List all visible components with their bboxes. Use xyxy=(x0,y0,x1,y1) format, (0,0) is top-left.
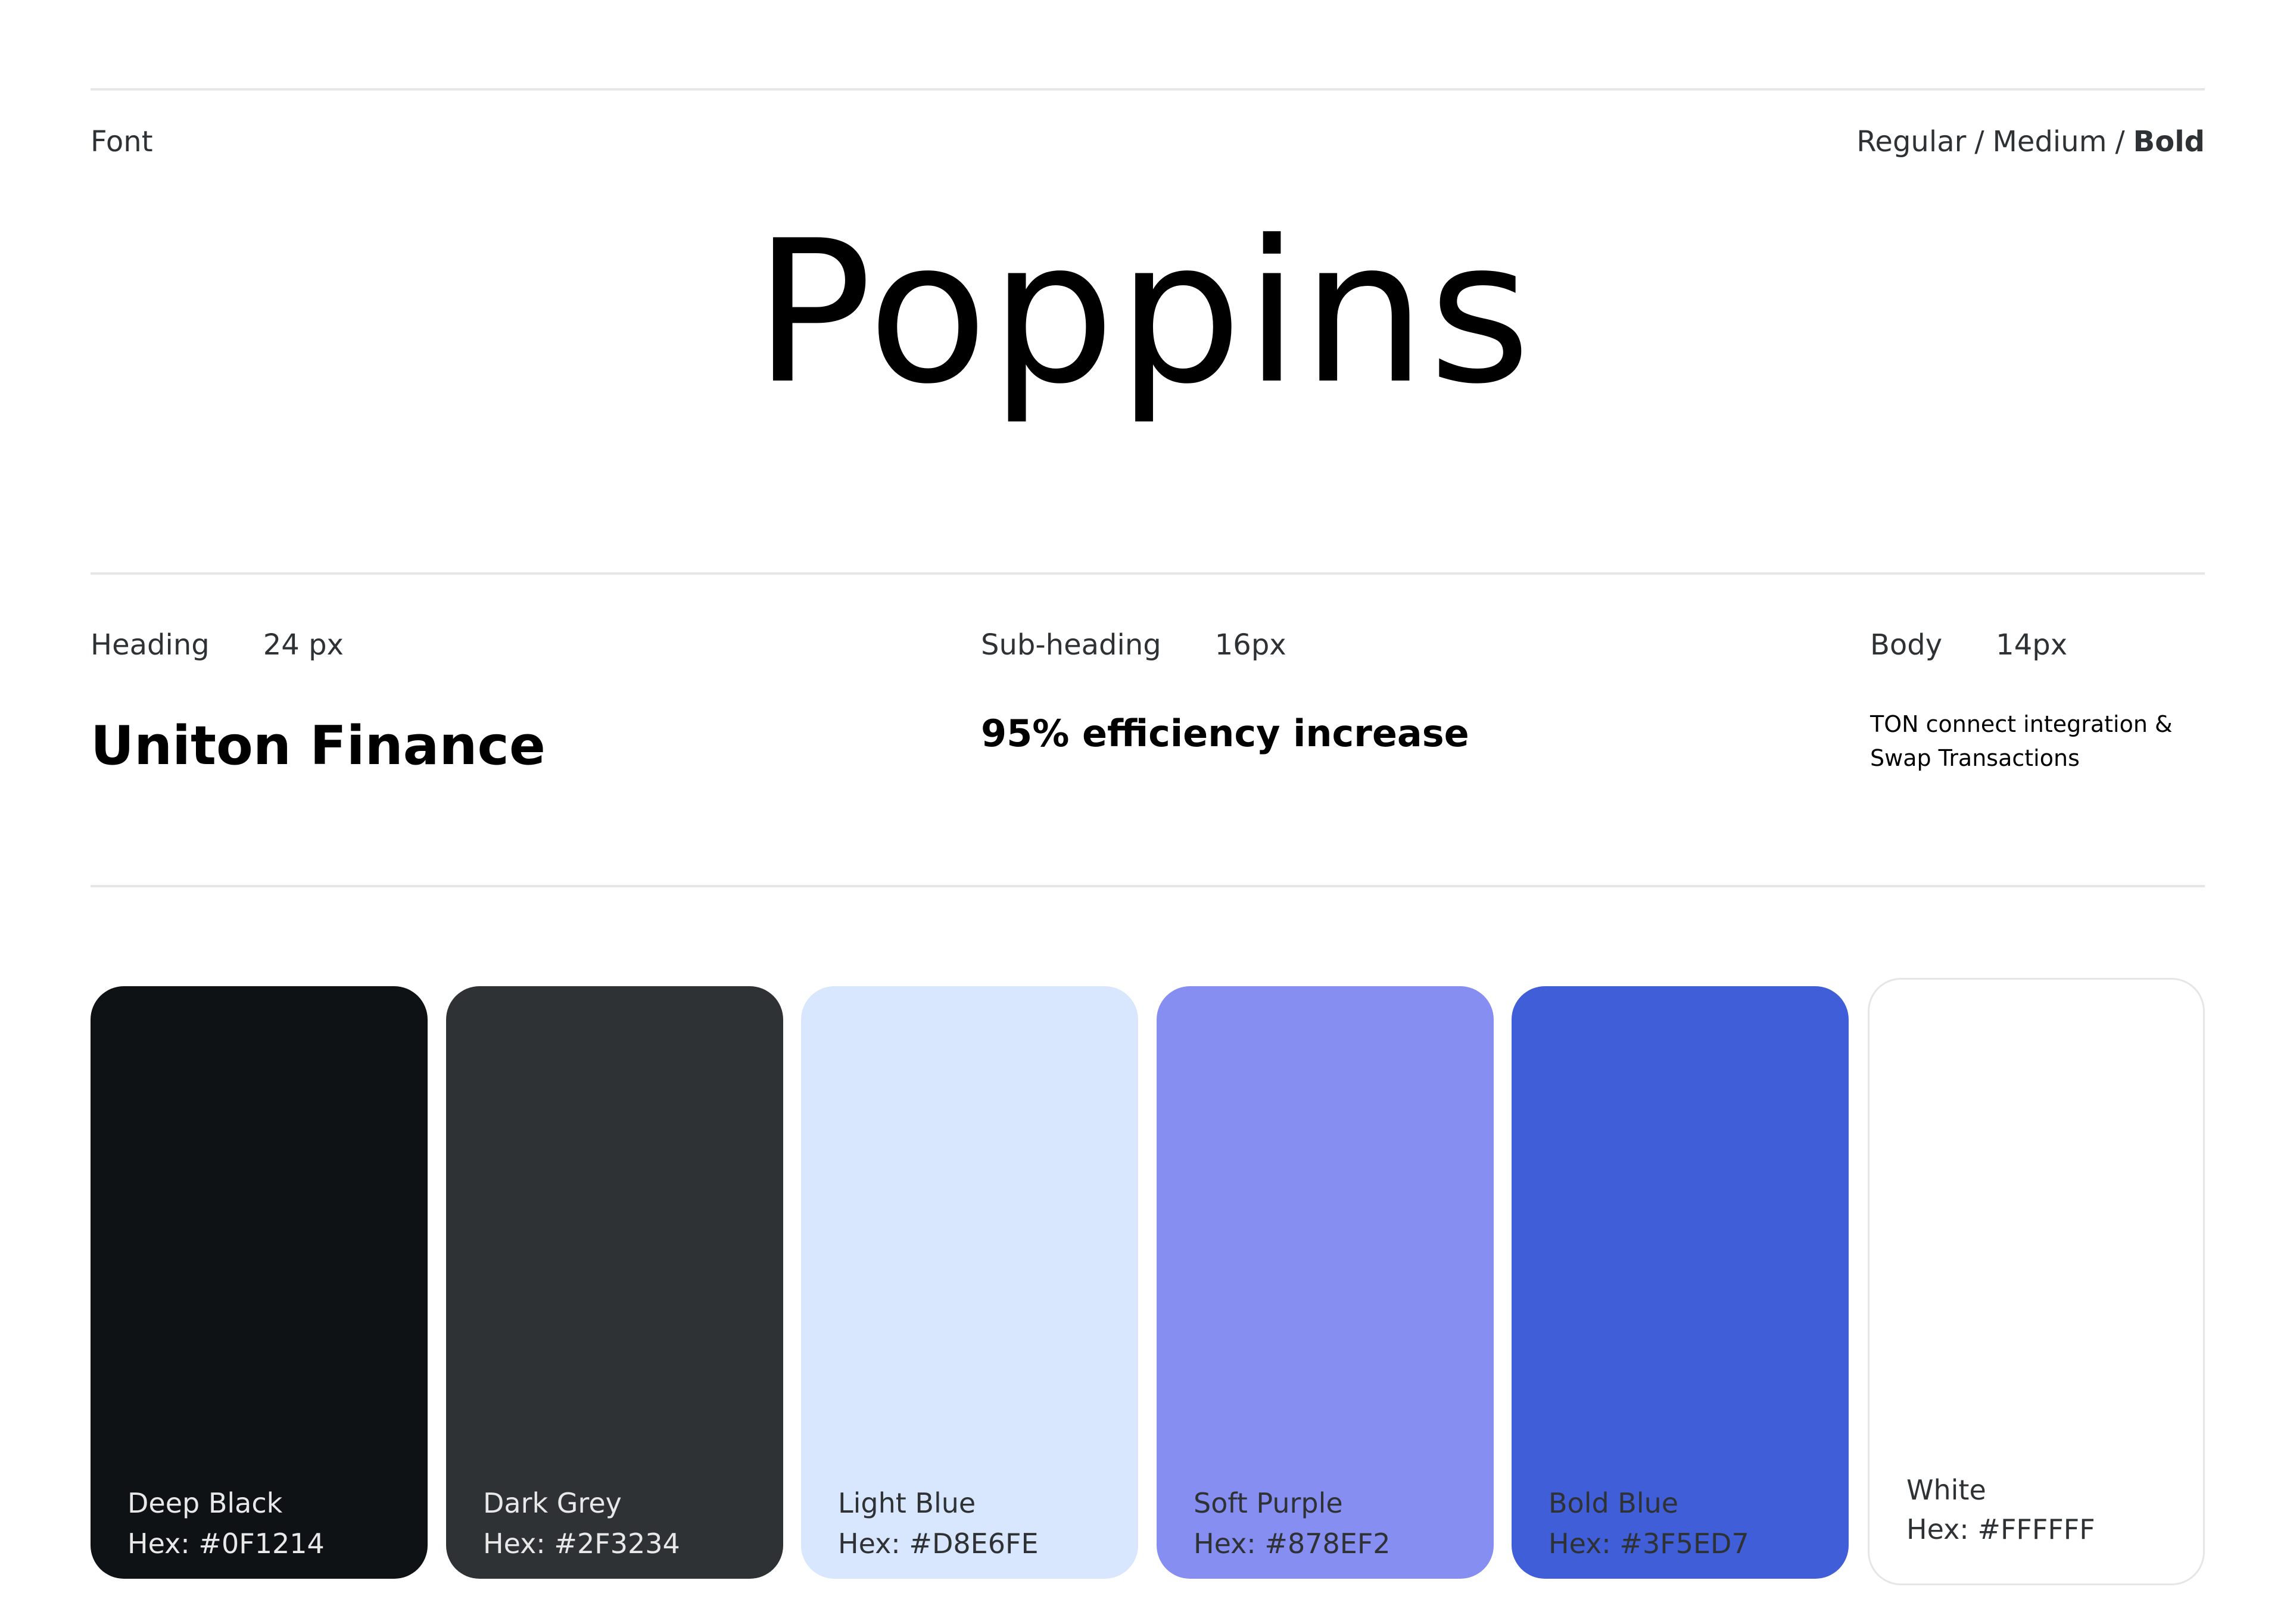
swatch-dark-grey: Dark Grey Hex: #2F3234 xyxy=(446,986,783,1579)
font-name-display: Poppins xyxy=(753,198,1534,427)
swatch-name: Deep Black xyxy=(127,1487,283,1519)
body-sample: TON connect integration & Swap Transacti… xyxy=(1870,711,2173,771)
weight-separator: / xyxy=(1974,125,1984,158)
body-size: 14px xyxy=(1996,628,2068,662)
swatch-hex: Hex: #2F3234 xyxy=(483,1528,680,1560)
swatch-light-blue: Light Blue Hex: #D8E6FE xyxy=(801,986,1138,1579)
weight-separator: / xyxy=(2115,125,2125,158)
subheading-sample: 95% efficiency increase xyxy=(981,712,1469,755)
weight-bold: Bold xyxy=(2133,125,2205,158)
font-weights: Regular / Medium / Bold xyxy=(1856,125,2205,158)
swatch-name: White xyxy=(1906,1474,1986,1506)
swatch-white: White Hex: #FFFFFF xyxy=(1868,978,2205,1585)
body-label: Body xyxy=(1870,628,1943,662)
color-palette: Deep Black Hex: #0F1214 Dark Grey Hex: #… xyxy=(91,978,2205,1585)
subheading-spec: Sub-heading 16px xyxy=(981,628,1286,662)
style-guide-page: Font Regular / Medium / Bold Poppins Heading… xyxy=(0,0,2287,1624)
swatch-hex: Hex: #0F1214 xyxy=(127,1528,325,1560)
body-spec: Body 14px xyxy=(1870,628,2067,662)
swatch-name: Soft Purple xyxy=(1194,1487,1343,1519)
subheading-size: 16px xyxy=(1214,628,1286,662)
swatch-deep-black: Deep Black Hex: #0F1214 xyxy=(91,986,428,1579)
swatch-hex: Hex: #D8E6FE xyxy=(838,1528,1039,1560)
weight-medium: Medium xyxy=(1992,125,2107,158)
swatch-hex: Hex: #3F5ED7 xyxy=(1548,1528,1749,1560)
swatch-hex: Hex: #878EF2 xyxy=(1194,1528,1391,1560)
swatch-soft-purple: Soft Purple Hex: #878EF2 xyxy=(1157,986,1494,1579)
heading-spec: Heading 24 px xyxy=(91,628,344,662)
font-section-label: Font xyxy=(91,125,153,158)
swatch-hex: Hex: #FFFFFF xyxy=(1906,1513,2095,1545)
subheading-label: Sub-heading xyxy=(981,628,1161,662)
swatch-name: Light Blue xyxy=(838,1487,976,1519)
heading-label: Heading xyxy=(91,628,210,662)
heading-sample: Uniton Finance xyxy=(91,715,546,777)
palette-divider xyxy=(91,885,2205,887)
swatch-name: Dark Grey xyxy=(483,1487,622,1519)
weight-regular: Regular xyxy=(1856,125,1967,158)
swatch-bold-blue: Bold Blue Hex: #3F5ED7 xyxy=(1512,986,1849,1579)
swatch-name: Bold Blue xyxy=(1548,1487,1679,1519)
top-divider xyxy=(91,88,2205,91)
middle-divider xyxy=(91,572,2205,575)
heading-size: 24 px xyxy=(263,628,344,662)
